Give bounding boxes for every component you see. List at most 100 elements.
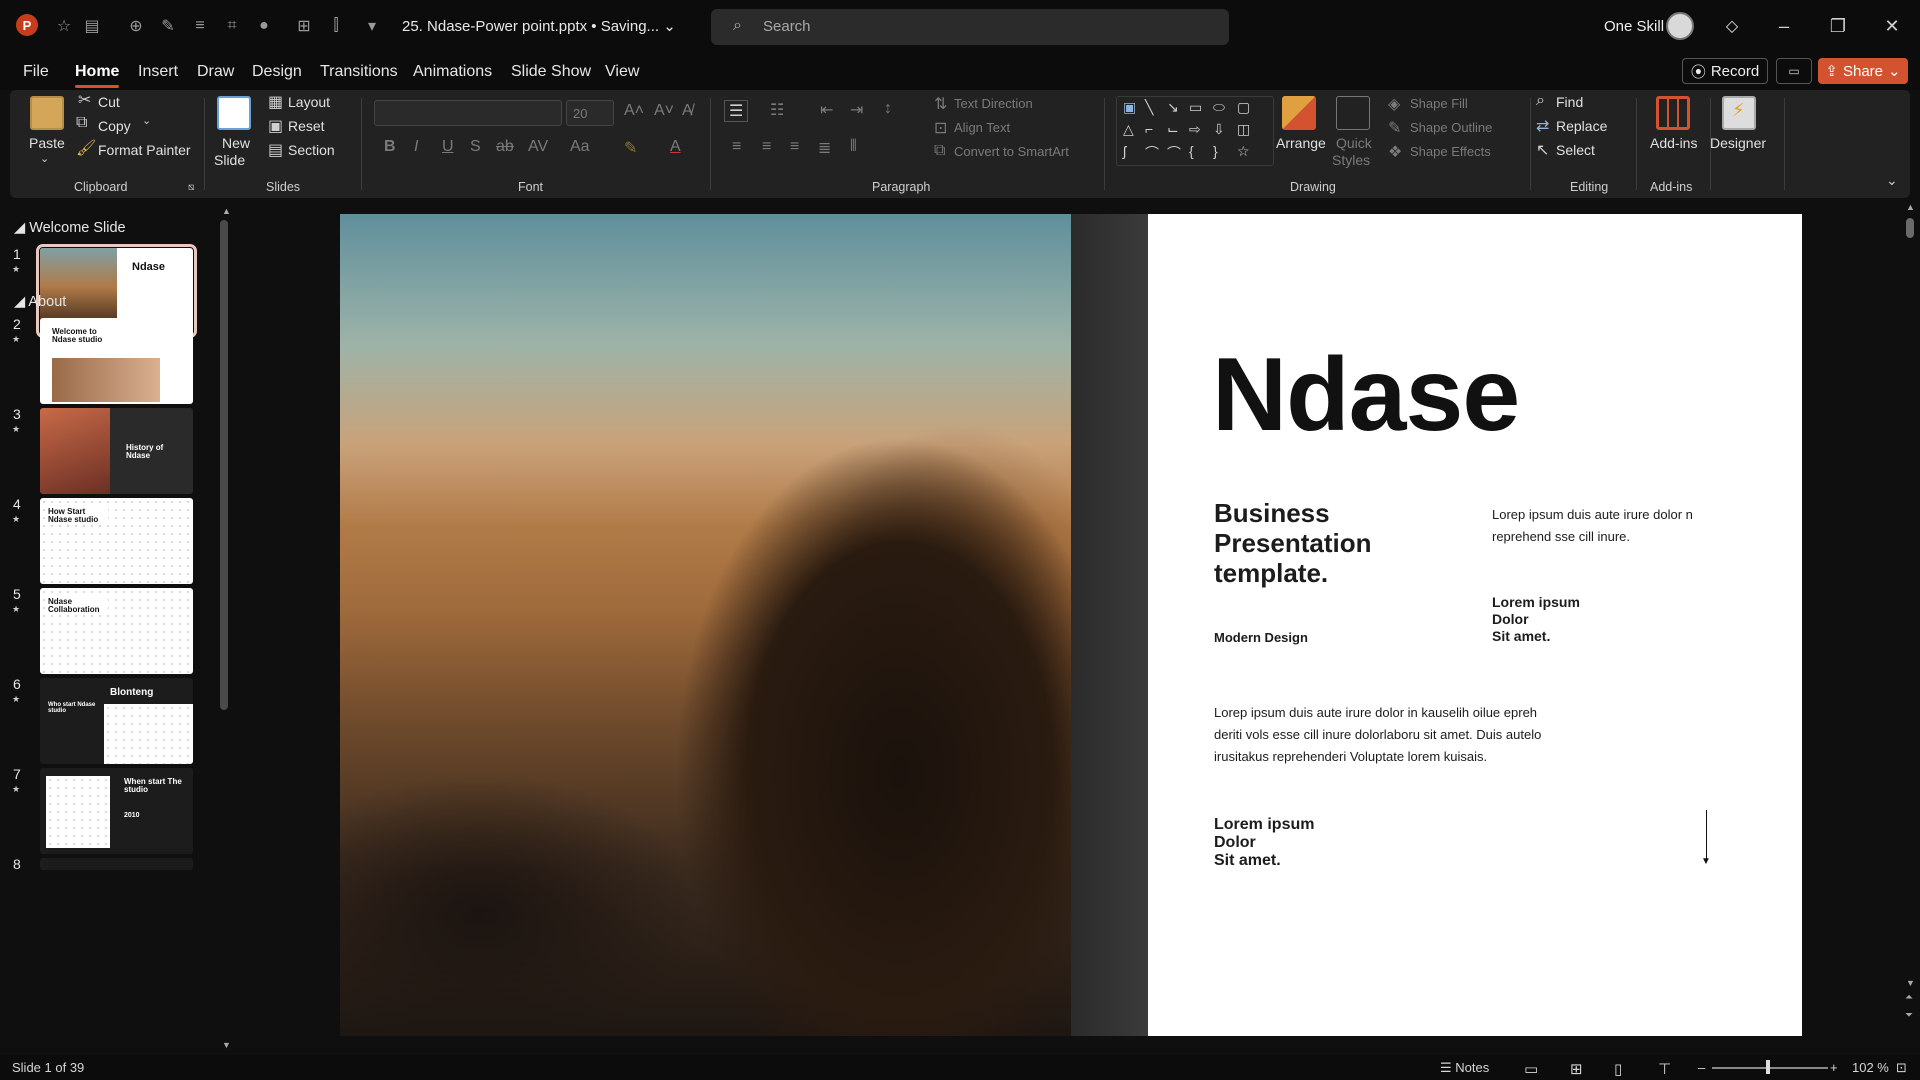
customize-toolbar-icon[interactable]: ▾ <box>360 14 384 38</box>
bottom-bold-text[interactable]: Lorem ipsum Dolor Sit amet. <box>1214 816 1314 870</box>
next-slide-icon[interactable]: ⏷ <box>1905 1010 1913 1021</box>
slide-thumbnail-5[interactable]: Ndase Collaboration <box>40 588 193 674</box>
premium-diamond-icon[interactable]: ◇ <box>1720 14 1744 38</box>
quick-styles-button-line2[interactable]: Styles <box>1332 152 1370 168</box>
section-button[interactable]: Section <box>288 142 335 158</box>
shapes-gallery[interactable]: ▣ ╲ ↘ ▭ ⬭ ▢ △ ⌐ ⌙ ⇨ ⇩ ◫ ʃ ⌒ ⌒ { } ☆ <box>1116 96 1274 166</box>
align-center-icon[interactable]: ≡ <box>762 138 771 156</box>
distribute-icon[interactable]: ⫿ <box>324 14 348 38</box>
new-slide-button-line2[interactable]: Slide <box>214 152 245 168</box>
dialog-launcher-icon[interactable]: ⧅ <box>188 182 194 193</box>
underline-icon[interactable]: U <box>442 138 454 156</box>
slide-thumbnail-2[interactable]: Welcome to Ndase studio <box>40 318 193 404</box>
reading-view-icon[interactable]: ▯ <box>1614 1060 1622 1078</box>
convert-smartart-button[interactable]: Convert to SmartArt <box>954 144 1069 159</box>
slide-canvas[interactable]: Ndase Business Presentation template. Mo… <box>340 214 1802 1036</box>
text-direction-button[interactable]: Text Direction <box>954 96 1033 111</box>
designer-icon[interactable]: ⚡ <box>1722 96 1756 130</box>
slide-show-icon[interactable]: ⊤ <box>1658 1060 1671 1078</box>
font-family-select[interactable] <box>374 100 562 126</box>
section-icon[interactable]: ▤ <box>268 140 283 160</box>
replace-button[interactable]: Replace <box>1556 118 1607 134</box>
align-text-icon[interactable]: ⊡ <box>934 118 947 138</box>
layout-icon[interactable]: ▦ <box>268 92 283 112</box>
collapse-triangle-icon[interactable]: ◢ <box>14 220 25 236</box>
highlight-icon[interactable]: ✎ <box>624 138 637 158</box>
star-shape-icon[interactable]: ☆ <box>1237 143 1250 160</box>
align-right-icon[interactable]: ≡ <box>790 138 799 156</box>
font-size-select[interactable]: 20 <box>566 100 614 126</box>
find-icon[interactable]: ⌕ <box>1536 92 1545 110</box>
tab-file[interactable]: File <box>23 63 49 81</box>
share-button[interactable]: ⇪ Share ⌄ <box>1818 58 1908 84</box>
scroll-down-icon[interactable]: ▼ <box>222 1040 231 1050</box>
section-welcome[interactable]: ◢ Welcome Slide <box>14 220 126 236</box>
decrease-indent-icon[interactable]: ⇤ <box>820 100 833 120</box>
arrange-icon[interactable]: ⊞ <box>292 14 316 38</box>
clear-formatting-icon[interactable]: A̸ <box>682 102 693 120</box>
cut-icon[interactable]: ✂ <box>78 90 91 110</box>
crop-icon[interactable]: ⌗ <box>220 14 244 38</box>
shape-fill-button[interactable]: Shape Fill <box>1410 96 1468 111</box>
columns-icon[interactable]: ⫴ <box>850 138 857 156</box>
right-arrow-shape-icon[interactable]: ⇨ <box>1189 121 1201 138</box>
italic-icon[interactable]: I <box>414 138 418 156</box>
tab-design[interactable]: Design <box>252 63 302 81</box>
decrease-font-icon[interactable]: A˅ <box>654 102 674 120</box>
oval-shape-icon[interactable]: ⬭ <box>1213 99 1225 116</box>
copy-button[interactable]: Copy <box>98 118 131 134</box>
font-color-icon[interactable]: A <box>670 138 681 156</box>
scroll-down-icon[interactable]: ▼ <box>1906 978 1915 988</box>
zoom-slider-thumb[interactable] <box>1766 1060 1770 1074</box>
tab-slide-show[interactable]: Slide Show <box>511 63 591 81</box>
notes-button[interactable]: ☰ Notes <box>1440 1060 1489 1076</box>
paste-icon[interactable] <box>30 96 64 130</box>
scroll-up-icon[interactable]: ▲ <box>222 206 231 216</box>
select-button[interactable]: Select <box>1556 142 1595 158</box>
canvas-scrollbar-thumb[interactable] <box>1906 218 1914 238</box>
restore-button[interactable]: ❐ <box>1818 12 1858 40</box>
tab-home[interactable]: Home <box>75 63 120 88</box>
arrow-line-shape-icon[interactable]: ↘ <box>1167 99 1179 116</box>
copy-icon[interactable]: ⧉ <box>76 114 87 132</box>
reset-button[interactable]: Reset <box>288 118 325 134</box>
smartart-icon[interactable]: ⧉ <box>934 142 945 160</box>
line-spacing-icon[interactable]: ↕ <box>884 100 892 118</box>
shape-outline-button[interactable]: Shape Outline <box>1410 120 1492 135</box>
paste-button[interactable]: Paste <box>29 135 65 151</box>
bullets-icon[interactable]: ☰ <box>724 100 749 122</box>
record-button[interactable]: ⦿ Record <box>1682 58 1768 84</box>
collapse-ribbon-icon[interactable]: ⌄ <box>1886 172 1898 189</box>
tab-transitions[interactable]: Transitions <box>320 63 398 81</box>
zoom-in-icon[interactable]: + <box>1830 1060 1838 1075</box>
chevron-down-icon[interactable]: ⌄ <box>142 114 151 127</box>
normal-view-icon[interactable]: ▭ <box>1524 1060 1538 1078</box>
right-bold-text[interactable]: Lorem ipsum Dolor Sit amet. <box>1492 594 1580 645</box>
increase-font-icon[interactable]: A˄ <box>624 102 644 120</box>
tab-view[interactable]: View <box>605 63 639 81</box>
strikethrough-icon[interactable]: ab <box>496 138 514 156</box>
reset-icon[interactable]: ▣ <box>268 116 283 136</box>
right-brace-shape-icon[interactable]: } <box>1213 143 1218 159</box>
section-about-header[interactable]: ◢ About <box>14 294 66 310</box>
zoom-level[interactable]: 102 % <box>1852 1060 1889 1075</box>
close-button[interactable]: ✕ <box>1872 12 1912 40</box>
curve-shape-icon[interactable]: ʃ <box>1123 143 1126 159</box>
avatar[interactable] <box>1666 12 1694 40</box>
character-spacing-icon[interactable]: AV <box>528 138 548 156</box>
thumbnail-scrollbar[interactable] <box>220 220 228 710</box>
search-input[interactable]: ⌕ Search <box>711 9 1229 45</box>
increase-indent-icon[interactable]: ⇥ <box>850 100 863 120</box>
new-slide-icon[interactable] <box>217 96 251 130</box>
textbox-shape-icon[interactable]: ▣ <box>1123 99 1136 116</box>
save-icon[interactable]: ▤ <box>80 14 104 38</box>
shadow-icon[interactable]: S <box>470 138 481 156</box>
align-left-icon[interactable]: ≡ <box>732 138 741 156</box>
previous-slide-icon[interactable]: ⏶ <box>1905 992 1913 1003</box>
align-icon[interactable]: ≡ <box>188 14 212 38</box>
slide-thumbnail-6[interactable]: Blonteng Who start Ndase studio <box>40 678 193 764</box>
triangle-shape-icon[interactable]: △ <box>1123 121 1134 138</box>
add-ins-button[interactable]: Add-ins <box>1650 135 1697 151</box>
connector-shape-icon[interactable]: ⌐ <box>1145 121 1153 137</box>
justify-icon[interactable]: ≣ <box>818 138 831 158</box>
